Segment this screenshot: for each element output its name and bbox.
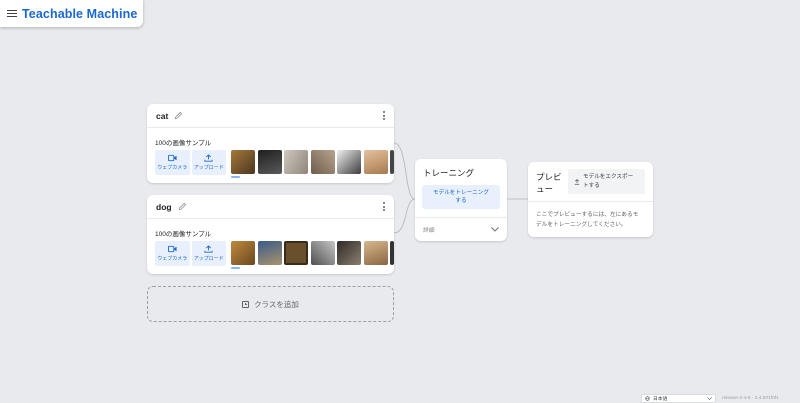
video-camera-icon: [167, 245, 177, 253]
more-options-icon[interactable]: [382, 202, 385, 211]
add-class-label: クラスを追加: [254, 299, 299, 309]
training-title: トレーニング: [423, 168, 475, 178]
sample-thumbnail[interactable]: [337, 150, 361, 174]
connector-lines: [393, 142, 528, 234]
class-name[interactable]: cat: [156, 111, 168, 121]
add-box-icon: [242, 300, 250, 308]
advanced-label: 詳細: [423, 228, 435, 234]
language-select[interactable]: 日本語: [641, 393, 716, 403]
sample-thumbnails: [231, 150, 394, 174]
advanced-toggle[interactable]: 詳細: [415, 217, 507, 241]
sample-thumbnail[interactable]: [310, 241, 335, 265]
sample-thumbnail[interactable]: [231, 241, 255, 265]
caret-down-icon: [707, 396, 712, 400]
sample-thumbnail[interactable]: [310, 150, 335, 174]
sample-thumbnail[interactable]: [284, 150, 308, 174]
webcam-button[interactable]: ウェブカメラ: [155, 241, 190, 266]
pencil-icon[interactable]: [174, 111, 183, 120]
class-card-cat: cat 100の画像サンプル ウェブカメラ アップロード: [147, 104, 394, 183]
samples-count-label: 100の画像サンプル: [155, 140, 212, 147]
sample-thumbnail[interactable]: [257, 150, 282, 174]
sample-thumbnail[interactable]: [337, 241, 361, 265]
upload-label: アップロード: [193, 256, 224, 262]
language-value: 日本語: [653, 396, 668, 402]
preview-message: ここでプレビューするには、左にあるモ デルをトレーニングしてください。: [528, 202, 650, 230]
sample-thumbnail[interactable]: [257, 241, 282, 265]
train-button-line2: する: [455, 198, 467, 204]
export-model-button[interactable]: モデルをエクスポー トする: [568, 169, 645, 194]
pencil-icon[interactable]: [178, 202, 187, 211]
class-card-header: dog: [147, 195, 394, 219]
chevron-down-icon: [491, 227, 499, 232]
add-class-button[interactable]: クラスを追加: [147, 286, 394, 322]
upload-icon: [204, 154, 213, 162]
webcam-label: ウェブカメラ: [157, 165, 188, 171]
preview-header: プレビ ュー モデルをエクスポー トする: [528, 162, 653, 202]
upload-label: アップロード: [193, 165, 224, 171]
globe-icon: [645, 395, 650, 401]
train-model-button[interactable]: モデルをトレーニング する: [422, 185, 500, 209]
version-label: release-2-4-5 - 2.4.5#1f0f1: [722, 395, 779, 401]
sample-thumbnail[interactable]: [284, 241, 308, 265]
class-name[interactable]: dog: [156, 202, 172, 212]
upload-icon: [204, 245, 213, 253]
preview-title: プレビ ュー: [536, 171, 566, 195]
footer: 日本語 release-2-4-5 - 2.4.5#1f0f1: [641, 393, 779, 403]
sample-thumbnail[interactable]: [390, 241, 394, 265]
scroll-indicator[interactable]: [231, 267, 240, 269]
class-card-header: cat: [147, 104, 394, 128]
export-label-line1: モデルをエクスポー: [583, 174, 634, 180]
sample-thumbnail[interactable]: [231, 150, 255, 174]
sample-thumbnail[interactable]: [363, 150, 388, 174]
preview-message-line1: ここでプレビューするには、左にあるモ: [536, 212, 639, 218]
preview-title-line2: ュー: [536, 184, 554, 194]
export-label: モデルをエクスポー トする: [583, 173, 633, 190]
video-camera-icon: [167, 154, 177, 162]
webcam-label: ウェブカメラ: [157, 256, 188, 262]
sample-thumbnail[interactable]: [363, 241, 388, 265]
preview-message-line2: デルをトレーニングしてください。: [536, 222, 627, 228]
sample-row: ウェブカメラ アップロード: [147, 241, 394, 275]
train-button-line1: モデルをトレーニング: [433, 189, 489, 196]
upload-button[interactable]: アップロード: [191, 150, 226, 175]
webcam-button[interactable]: ウェブカメラ: [155, 150, 190, 175]
export-icon: [574, 178, 580, 185]
export-label-line2: トする: [583, 182, 600, 189]
app-title[interactable]: Teachable Machine: [22, 7, 137, 21]
sample-thumbnail[interactable]: [390, 150, 394, 174]
more-options-icon[interactable]: [382, 111, 385, 120]
sample-thumbnails: [231, 241, 394, 265]
hamburger-menu-icon[interactable]: [7, 9, 17, 18]
class-card-dog: dog 100の画像サンプル ウェブカメラ アップロード: [147, 195, 394, 274]
app-bar: Teachable Machine: [0, 0, 143, 27]
samples-count-label: 100の画像サンプル: [155, 231, 212, 238]
preview-card: プレビ ュー モデルをエクスポー トする ここでプレビューするには、左にあるモ …: [528, 162, 653, 237]
upload-button[interactable]: アップロード: [191, 241, 226, 266]
scroll-indicator[interactable]: [231, 176, 240, 178]
preview-title-line1: プレビ: [536, 172, 562, 182]
training-card: トレーニング モデルをトレーニング する 詳細: [415, 159, 507, 241]
sample-row: ウェブカメラ アップロード: [147, 150, 394, 184]
